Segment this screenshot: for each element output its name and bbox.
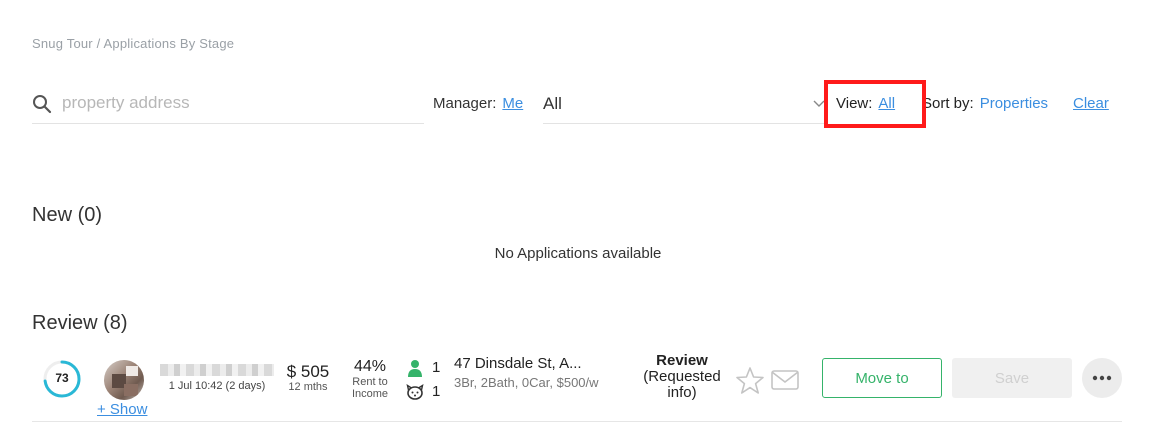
breadcrumb: Snug Tour / Applications By Stage bbox=[32, 36, 235, 51]
applicant-date: 1 Jul 10:42 (2 days) bbox=[168, 380, 266, 392]
status-detail: (Requested bbox=[643, 368, 721, 385]
status-detail-2: info) bbox=[667, 384, 697, 401]
manager-label: Manager: bbox=[433, 95, 497, 112]
sort-label: Sort by: bbox=[922, 95, 974, 112]
adult-count: 1 bbox=[432, 359, 441, 376]
rent-info: $ 505 12 mths bbox=[280, 362, 336, 393]
occupant-counts: 1 1 bbox=[404, 356, 448, 404]
view-highlight-box bbox=[824, 80, 926, 128]
more-icon bbox=[1092, 375, 1112, 381]
search-icon bbox=[33, 95, 52, 114]
manager-select-value: All bbox=[543, 94, 562, 113]
property-info[interactable]: 47 Dinsdale St, A... 3Br, 2Bath, 0Car, $… bbox=[454, 354, 634, 392]
pet-icon bbox=[406, 384, 424, 400]
rent-to-income: 44% Rent to Income bbox=[344, 358, 396, 400]
empty-message: No Applications available bbox=[494, 245, 662, 262]
section-title-new: New (0) bbox=[32, 204, 103, 226]
score-value: 73 bbox=[55, 371, 69, 385]
rent-to-income-percent: 44% bbox=[353, 358, 387, 375]
save-button: Save bbox=[952, 358, 1072, 398]
rent-to-income-label: Rent to bbox=[352, 376, 388, 388]
star-icon[interactable] bbox=[735, 366, 765, 396]
avatar[interactable] bbox=[104, 360, 144, 400]
manager-me-link[interactable]: Me bbox=[502, 95, 523, 112]
rent-term: 12 mths bbox=[288, 381, 328, 393]
pet-count: 1 bbox=[432, 383, 441, 400]
rent-to-income-label-2: Income bbox=[351, 388, 389, 400]
manager-filter: Manager: Me bbox=[433, 95, 523, 112]
application-row[interactable]: 73 + Show 1 Jul 10:42 (2 days) $ 505 12 … bbox=[32, 350, 1122, 422]
rent-amount: $ 505 bbox=[286, 362, 330, 381]
manager-select[interactable]: All bbox=[543, 84, 827, 124]
more-options-button[interactable] bbox=[1082, 358, 1122, 398]
search-input[interactable] bbox=[62, 90, 412, 116]
move-to-button[interactable]: Move to bbox=[822, 358, 942, 398]
sort-filter: Sort by: Properties bbox=[922, 95, 1048, 112]
status-title: Review bbox=[656, 352, 708, 369]
property-address: 47 Dinsdale St, A... bbox=[454, 355, 582, 372]
mail-icon[interactable] bbox=[770, 368, 800, 392]
section-title-review: Review (8) bbox=[32, 312, 128, 334]
property-details: 3Br, 2Bath, 0Car, $500/w bbox=[454, 375, 599, 390]
person-icon bbox=[408, 360, 422, 377]
show-link[interactable]: + Show bbox=[97, 401, 147, 418]
clear-link[interactable]: Clear bbox=[1073, 95, 1109, 112]
applicant-name-blurred bbox=[160, 364, 274, 376]
sort-properties-link[interactable]: Properties bbox=[980, 95, 1048, 112]
status-badge: Review (Requested info) bbox=[634, 353, 730, 401]
search-bar bbox=[32, 84, 424, 124]
